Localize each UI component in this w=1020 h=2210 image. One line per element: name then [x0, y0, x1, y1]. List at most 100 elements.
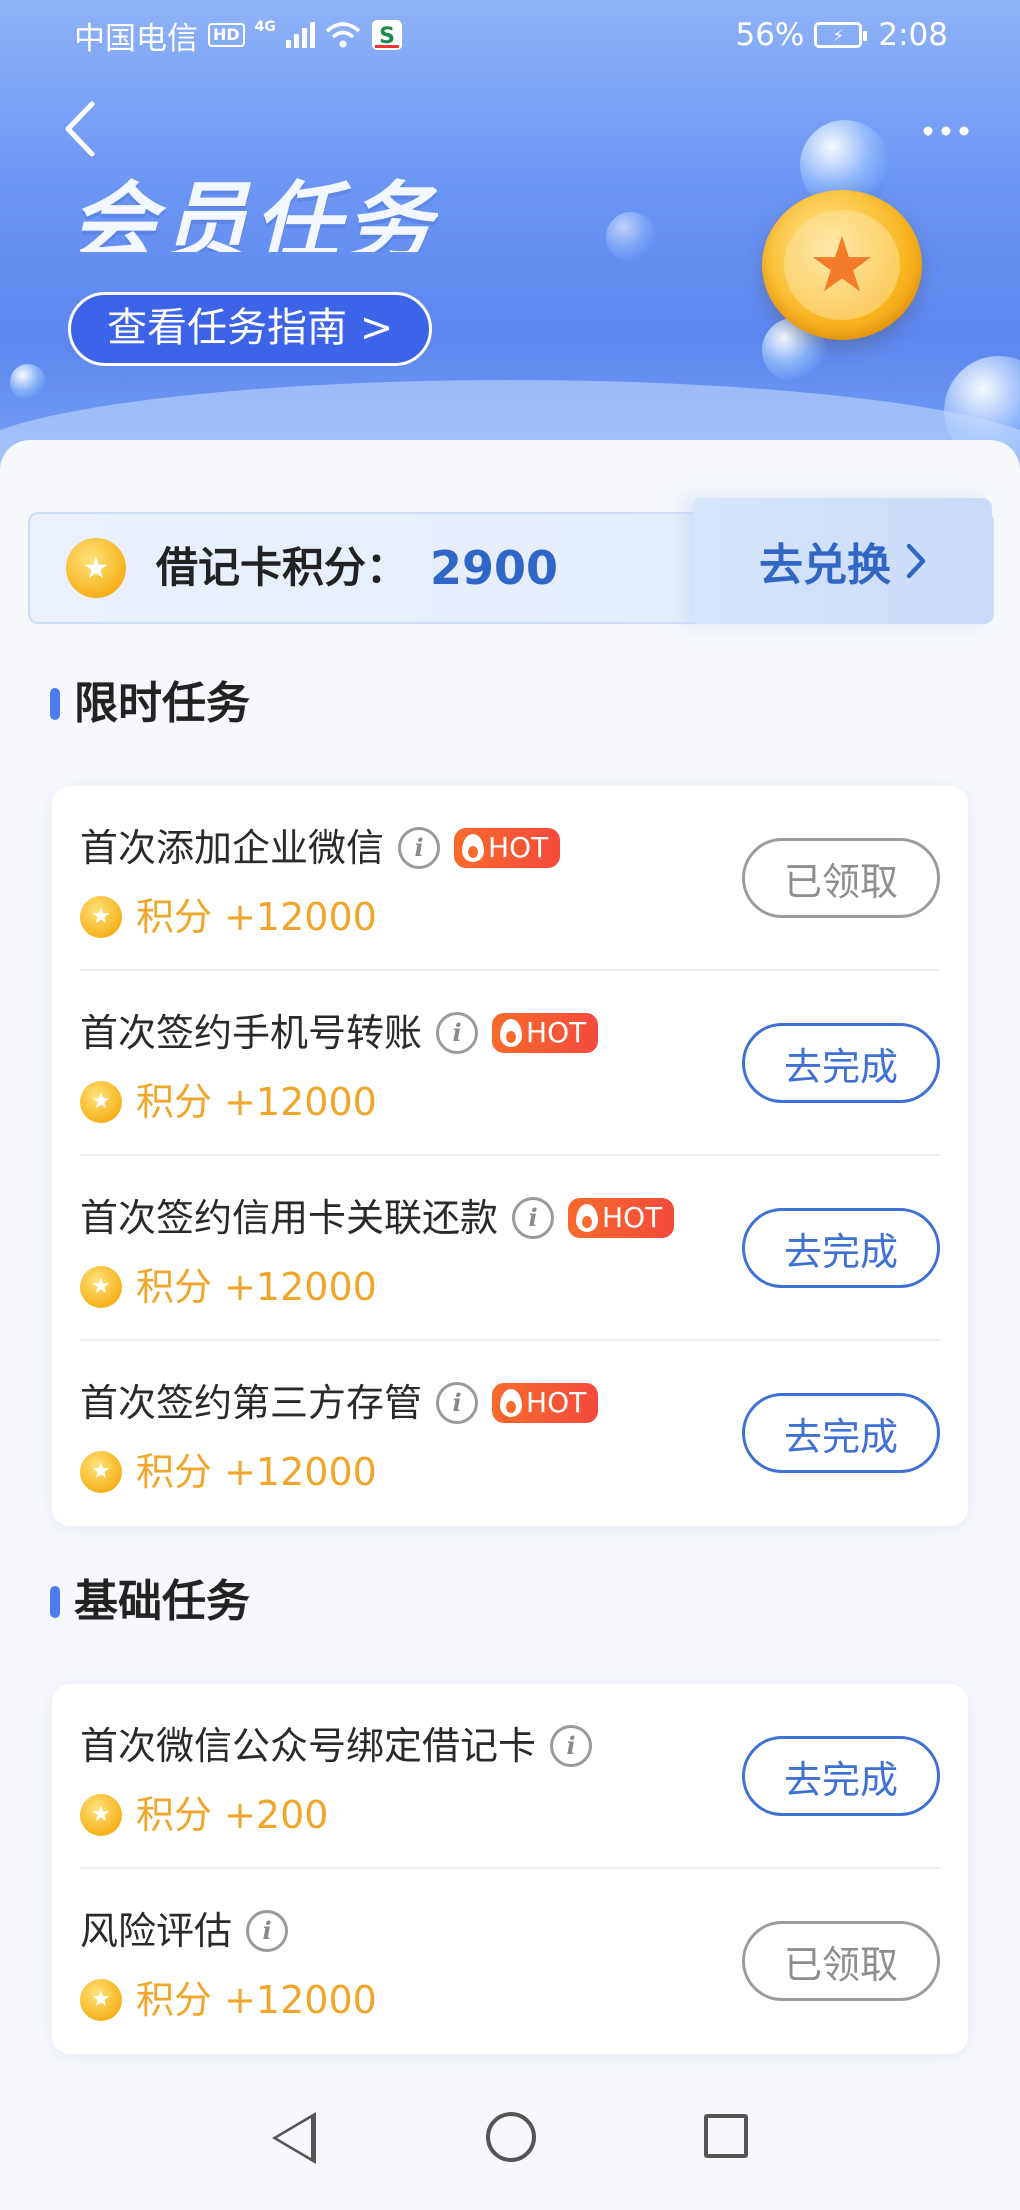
task-title-row: 首次签约信用卡关联还款 i HOT	[80, 1192, 675, 1244]
hot-badge: HOT	[568, 1198, 675, 1238]
status-right: 56% ⚡ 2:08	[735, 17, 948, 53]
status-left: 中国电信 HD 4G S	[74, 13, 403, 58]
more-button[interactable]	[916, 108, 976, 152]
star-coin-icon: ★	[80, 1794, 122, 1836]
square-recent-icon[interactable]	[704, 2114, 748, 2158]
carrier-name: 中国电信	[74, 20, 198, 57]
task-title: 首次微信公众号绑定借记卡	[80, 1724, 537, 1768]
chevron-right-icon	[906, 543, 926, 579]
task-title-row: 首次添加企业微信 i HOT	[80, 822, 561, 874]
reward-text: 积分 +12000	[136, 1265, 377, 1309]
flame-icon	[500, 1389, 523, 1417]
reward-text: 积分 +200	[136, 1793, 329, 1837]
task-title: 首次签约信用卡关联还款	[80, 1196, 499, 1240]
status-bar: 中国电信 HD 4G S 56% ⚡ 2:08	[0, 0, 1020, 70]
star-coin-icon: ★	[80, 896, 122, 938]
claimed-button[interactable]: 已领取	[742, 1921, 940, 2001]
basic-task-card: 首次微信公众号绑定借记卡 i ★ 积分 +200 去完成 风险评估 i ★ 积分…	[52, 1684, 968, 2054]
task-title: 风险评估	[80, 1909, 233, 1953]
task-title-row: 首次签约手机号转账 i HOT	[80, 1007, 599, 1059]
claimed-button[interactable]: 已领取	[742, 838, 940, 918]
task-item: 首次签约信用卡关联还款 i HOT ★ 积分 +12000 去完成	[80, 1156, 940, 1341]
task-title-row: 风险评估 i	[80, 1905, 289, 1957]
complete-task-button[interactable]: 去完成	[742, 1023, 940, 1103]
task-item: 首次添加企业微信 i HOT ★ 积分 +12000 已领取	[80, 786, 940, 971]
hot-badge: HOT	[492, 1383, 599, 1423]
hot-badge: HOT	[492, 1013, 599, 1053]
section-title-limited: 限时任务	[50, 676, 250, 732]
star-coin-icon: ★	[80, 1081, 122, 1123]
task-reward: ★ 积分 +200	[80, 1790, 328, 1840]
star-coin-icon: ★	[762, 190, 922, 340]
info-icon[interactable]: i	[436, 1382, 479, 1424]
section-title-text: 限时任务	[74, 678, 250, 729]
task-item: 首次签约手机号转账 i HOT ★ 积分 +12000 去完成	[80, 971, 940, 1156]
task-reward: ★ 积分 +12000	[80, 1077, 377, 1127]
star-coin-icon: ★	[80, 1266, 122, 1308]
task-reward: ★ 积分 +12000	[80, 1447, 377, 1497]
task-title: 首次添加企业微信	[80, 826, 385, 870]
task-item: 风险评估 i ★ 积分 +12000 已领取	[80, 1869, 940, 2054]
chevron-left-icon	[65, 101, 95, 157]
limited-task-card: 首次添加企业微信 i HOT ★ 积分 +12000 已领取 首次签约手机号转账…	[52, 786, 968, 1526]
reward-text: 积分 +12000	[136, 1080, 377, 1124]
reward-text: 积分 +12000	[136, 1978, 377, 2022]
decorative-bubble	[606, 212, 656, 262]
flame-icon	[576, 1204, 599, 1232]
hot-label: HOT	[526, 1386, 587, 1419]
triangle-back-icon[interactable]	[272, 2112, 316, 2164]
star-coin-icon: ★	[80, 1979, 122, 2021]
task-item: 首次签约第三方存管 i HOT ★ 积分 +12000 去完成	[80, 1341, 940, 1526]
wifi-icon	[325, 22, 361, 48]
system-nav-bar	[0, 2090, 1020, 2210]
section-marker	[50, 688, 60, 720]
app-notification-icon: S	[371, 20, 402, 50]
clock: 2:08	[878, 17, 948, 53]
info-icon[interactable]: i	[246, 1910, 289, 1952]
reward-text: 积分 +12000	[136, 1450, 377, 1494]
task-guide-button[interactable]: 查看任务指南 >	[68, 292, 433, 366]
reward-text: 积分 +12000	[136, 895, 377, 939]
flame-icon	[462, 834, 485, 862]
redeem-label: 去兑换	[759, 540, 891, 591]
points-label: 借记卡积分：	[156, 543, 409, 592]
hot-label: HOT	[602, 1201, 663, 1234]
hd-badge: HD	[208, 23, 245, 47]
task-item: 首次微信公众号绑定借记卡 i ★ 积分 +200 去完成	[80, 1684, 940, 1869]
task-title: 首次签约第三方存管	[80, 1381, 423, 1425]
info-icon[interactable]: i	[550, 1725, 593, 1767]
complete-task-button[interactable]: 去完成	[742, 1393, 940, 1473]
task-title: 首次签约手机号转账	[80, 1011, 423, 1055]
circle-home-icon[interactable]	[486, 2112, 536, 2162]
flame-icon	[500, 1019, 523, 1047]
info-icon[interactable]: i	[436, 1012, 479, 1054]
network-type: 4G	[254, 18, 276, 35]
signal-icon	[285, 22, 315, 48]
section-marker	[50, 1586, 60, 1618]
back-button[interactable]	[62, 100, 102, 160]
points-value: 2900	[430, 541, 559, 595]
battery-percent: 56%	[735, 17, 805, 53]
task-reward: ★ 积分 +12000	[80, 1975, 377, 2025]
decorative-bubble	[10, 364, 46, 400]
page-title: 会员任务	[70, 178, 438, 252]
star-coin-icon: ★	[80, 1451, 122, 1493]
complete-task-button[interactable]: 去完成	[742, 1208, 940, 1288]
info-icon[interactable]: i	[512, 1197, 555, 1239]
battery-charging-icon: ⚡	[814, 22, 868, 48]
hot-label: HOT	[526, 1016, 587, 1049]
task-title-row: 首次签约第三方存管 i HOT	[80, 1377, 599, 1429]
info-icon[interactable]: i	[398, 827, 441, 869]
complete-task-button[interactable]: 去完成	[742, 1736, 940, 1816]
task-title-row: 首次微信公众号绑定借记卡 i	[80, 1720, 593, 1772]
hot-label: HOT	[488, 831, 549, 864]
section-title-text: 基础任务	[74, 1576, 250, 1627]
more-horizontal-icon	[923, 126, 969, 136]
header-banner: 中国电信 HD 4G S 56% ⚡ 2:08 会员任务 查看任务指南 > ★	[0, 0, 1020, 480]
task-reward: ★ 积分 +12000	[80, 1262, 377, 1312]
redeem-button[interactable]: 去兑换	[694, 498, 992, 624]
task-reward: ★ 积分 +12000	[80, 892, 377, 942]
star-coin-icon: ★	[66, 538, 126, 598]
section-title-basic: 基础任务	[50, 1574, 250, 1630]
hot-badge: HOT	[454, 828, 561, 868]
